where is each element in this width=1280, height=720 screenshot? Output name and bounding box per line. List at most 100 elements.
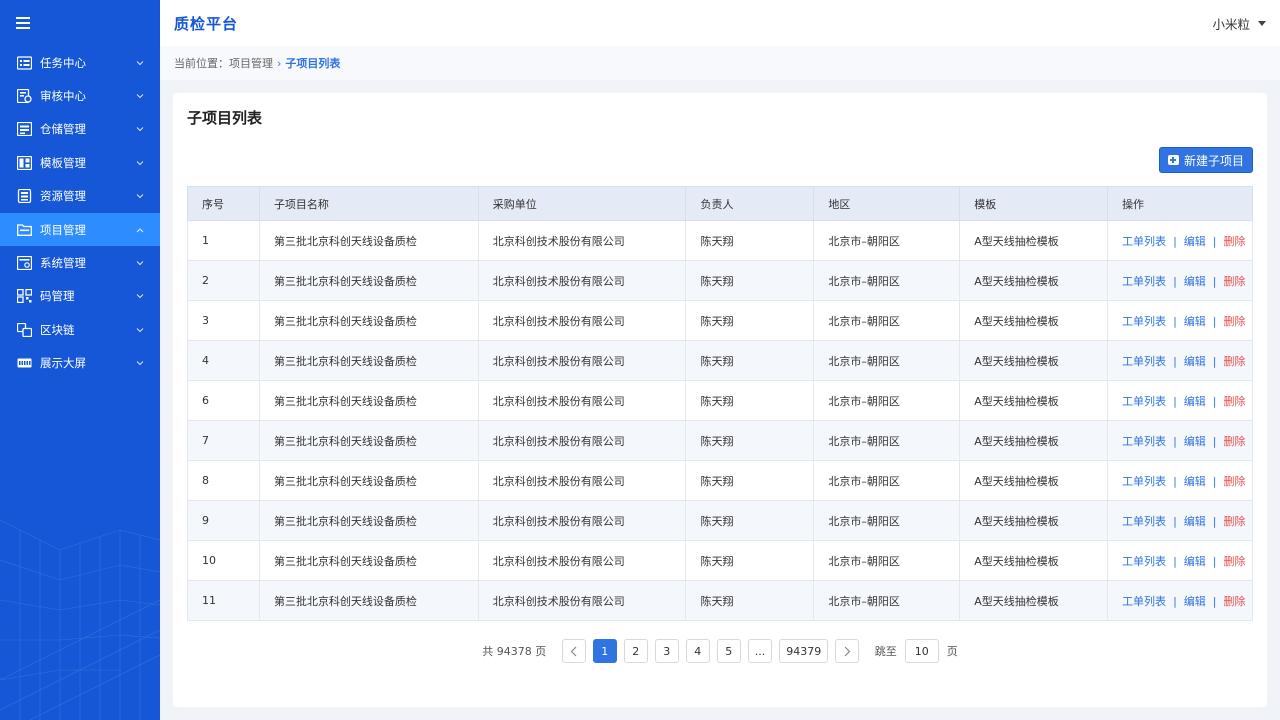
delete-link[interactable]: 删除 xyxy=(1224,555,1246,568)
chevron-down-icon xyxy=(136,327,144,333)
new-subproject-label: 新建子项目 xyxy=(1183,153,1244,168)
table-cell: A型天线抽检模板 xyxy=(959,580,1109,621)
sidebar-item-4[interactable]: 模板管理 xyxy=(0,146,160,179)
table-cell: 北京科创技术股份有限公司 xyxy=(477,580,687,621)
edit-link[interactable]: 编辑 xyxy=(1184,355,1206,368)
work-order-list-link[interactable]: 工单列表 xyxy=(1122,475,1166,488)
delete-link[interactable]: 删除 xyxy=(1224,435,1246,448)
table-row: 1 第三批北京科创天线设备质检 北京科创技术股份有限公司 陈天翔 北京市–朝阳区 A型天线… xyxy=(187,220,1253,261)
action-separator: | xyxy=(1173,234,1177,248)
table-row: 7 第三批北京科创天线设备质检 北京科创技术股份有限公司 陈天翔 北京市–朝阳区 A型天线… xyxy=(187,420,1253,461)
menu-toggle-button[interactable] xyxy=(0,0,160,46)
table-cell: 6 xyxy=(187,380,260,421)
table-cell: 第三批北京科创天线设备质检 xyxy=(258,380,479,421)
work-order-list-link[interactable]: 工单列表 xyxy=(1122,555,1166,568)
delete-link[interactable]: 删除 xyxy=(1224,275,1246,288)
table-cell: 北京科创技术股份有限公司 xyxy=(477,220,687,261)
page-button[interactable]: 94379 xyxy=(779,639,829,663)
content-card: 子项目列表 新建子项目 序号 子项目名称 采购单位 负责人 地区 模板 操作 1 第三批北京科… xyxy=(173,93,1267,707)
brand-title: 质检平台 xyxy=(174,14,239,33)
delete-link[interactable]: 删除 xyxy=(1224,395,1246,408)
page-button[interactable]: 3 xyxy=(654,639,679,663)
sidebar-item-10[interactable]: 展示大屏 xyxy=(0,347,160,380)
work-order-list-link[interactable]: 工单列表 xyxy=(1122,275,1166,288)
sidebar-item-1[interactable]: 任务中心 xyxy=(0,46,160,79)
table-cell: 北京科创技术股份有限公司 xyxy=(477,420,687,461)
sidebar-item-9[interactable]: 区块链 xyxy=(0,313,160,346)
delete-link[interactable]: 删除 xyxy=(1224,475,1246,488)
edit-link[interactable]: 编辑 xyxy=(1184,275,1206,288)
audit-icon xyxy=(16,89,32,104)
page-button[interactable]: 2 xyxy=(623,639,648,663)
work-order-list-link[interactable]: 工单列表 xyxy=(1122,515,1166,528)
table-cell: 陈天翔 xyxy=(685,420,815,461)
edit-link[interactable]: 编辑 xyxy=(1184,595,1206,608)
action-separator: | xyxy=(1212,234,1217,248)
table-cell: 北京市–朝阳区 xyxy=(813,500,961,541)
work-order-list-link[interactable]: 工单列表 xyxy=(1122,355,1166,368)
page-button[interactable]: 4 xyxy=(685,639,710,663)
edit-link[interactable]: 编辑 xyxy=(1184,435,1206,448)
table-cell: 北京市–朝阳区 xyxy=(813,220,961,261)
table-cell: A型天线抽检模板 xyxy=(959,220,1109,261)
breadcrumb: 当前位置： 项目管理 › 子项目列表 xyxy=(160,46,1280,80)
sidebar-item-label: 仓储管理 xyxy=(40,122,86,137)
chevron-down-icon xyxy=(136,361,144,366)
delete-link[interactable]: 删除 xyxy=(1224,315,1246,328)
table-cell: 北京市–朝阳区 xyxy=(813,380,961,421)
user-menu[interactable]: 小米粒 xyxy=(1212,14,1266,33)
edit-link[interactable]: 编辑 xyxy=(1184,515,1206,528)
sidebar-item-5[interactable]: 资源管理 xyxy=(0,180,160,213)
delete-link[interactable]: 删除 xyxy=(1224,595,1246,608)
sidebar-item-6[interactable]: 项目管理 xyxy=(0,212,160,247)
table-cell: 第三批北京科创天线设备质检 xyxy=(258,420,479,461)
chevron-right-icon xyxy=(844,646,851,656)
sidebar-item-3[interactable]: 仓储管理 xyxy=(0,113,160,146)
sidebar-item-7[interactable]: 系统管理 xyxy=(0,246,160,279)
next-page-button[interactable] xyxy=(835,639,860,663)
table-cell: 北京市–朝阳区 xyxy=(813,420,961,461)
edit-link[interactable]: 编辑 xyxy=(1184,555,1206,568)
work-order-list-link[interactable]: 工单列表 xyxy=(1122,595,1166,608)
page-ellipsis[interactable]: ... xyxy=(747,639,773,663)
sidebar-item-label: 系统管理 xyxy=(40,256,86,271)
row-actions: 工单列表 | 编辑 | 删除 xyxy=(1107,500,1253,541)
delete-link[interactable]: 删除 xyxy=(1224,355,1246,368)
qr-code-icon xyxy=(16,289,32,304)
page-button[interactable]: 1 xyxy=(592,639,617,663)
work-order-list-link[interactable]: 工单列表 xyxy=(1122,315,1166,328)
chevron-down-icon xyxy=(136,194,144,199)
table-row: 3 第三批北京科创天线设备质检 北京科创技术股份有限公司 陈天翔 北京市–朝阳区 A型天线… xyxy=(187,300,1253,341)
breadcrumb-parent[interactable]: 项目管理 xyxy=(229,55,273,71)
table-row: 9 第三批北京科创天线设备质检 北京科创技术股份有限公司 陈天翔 北京市–朝阳区 A型天线… xyxy=(187,500,1253,541)
work-order-list-link[interactable]: 工单列表 xyxy=(1122,235,1166,248)
table-row: 11 第三批北京科创天线设备质检 北京科创技术股份有限公司 陈天翔 北京市–朝阳区 A型天… xyxy=(187,580,1253,621)
table-row: 10 第三批北京科创天线设备质检 北京科创技术股份有限公司 陈天翔 北京市–朝阳区 A型天… xyxy=(187,540,1253,581)
edit-link[interactable]: 编辑 xyxy=(1184,315,1206,328)
action-separator: | xyxy=(1173,474,1177,488)
building-illustration xyxy=(0,519,160,720)
delete-link[interactable]: 删除 xyxy=(1224,515,1246,528)
chevron-down-icon xyxy=(136,127,144,132)
prev-page-button[interactable] xyxy=(561,639,586,663)
sidebar-item-8[interactable]: 码管理 xyxy=(0,280,160,313)
page-button[interactable]: 5 xyxy=(716,639,741,663)
table-cell: 陈天翔 xyxy=(685,580,815,621)
jump-page-input[interactable] xyxy=(904,639,939,663)
sidebar-item-label: 任务中心 xyxy=(40,55,86,70)
edit-link[interactable]: 编辑 xyxy=(1184,395,1206,408)
table-cell: 北京科创技术股份有限公司 xyxy=(477,380,687,421)
sidebar-item-2[interactable]: 审核中心 xyxy=(0,79,160,112)
action-separator: | xyxy=(1212,434,1217,448)
action-separator: | xyxy=(1212,314,1217,328)
table-header-row: 序号 子项目名称 采购单位 负责人 地区 模板 操作 xyxy=(187,186,1253,221)
edit-link[interactable]: 编辑 xyxy=(1184,475,1206,488)
action-separator: | xyxy=(1212,354,1217,368)
delete-link[interactable]: 删除 xyxy=(1224,235,1246,248)
action-separator: | xyxy=(1173,394,1177,408)
edit-link[interactable]: 编辑 xyxy=(1184,235,1206,248)
work-order-list-link[interactable]: 工单列表 xyxy=(1122,395,1166,408)
new-subproject-button[interactable]: 新建子项目 xyxy=(1158,147,1253,173)
table-cell: 北京市–朝阳区 xyxy=(813,460,961,501)
work-order-list-link[interactable]: 工单列表 xyxy=(1122,435,1166,448)
